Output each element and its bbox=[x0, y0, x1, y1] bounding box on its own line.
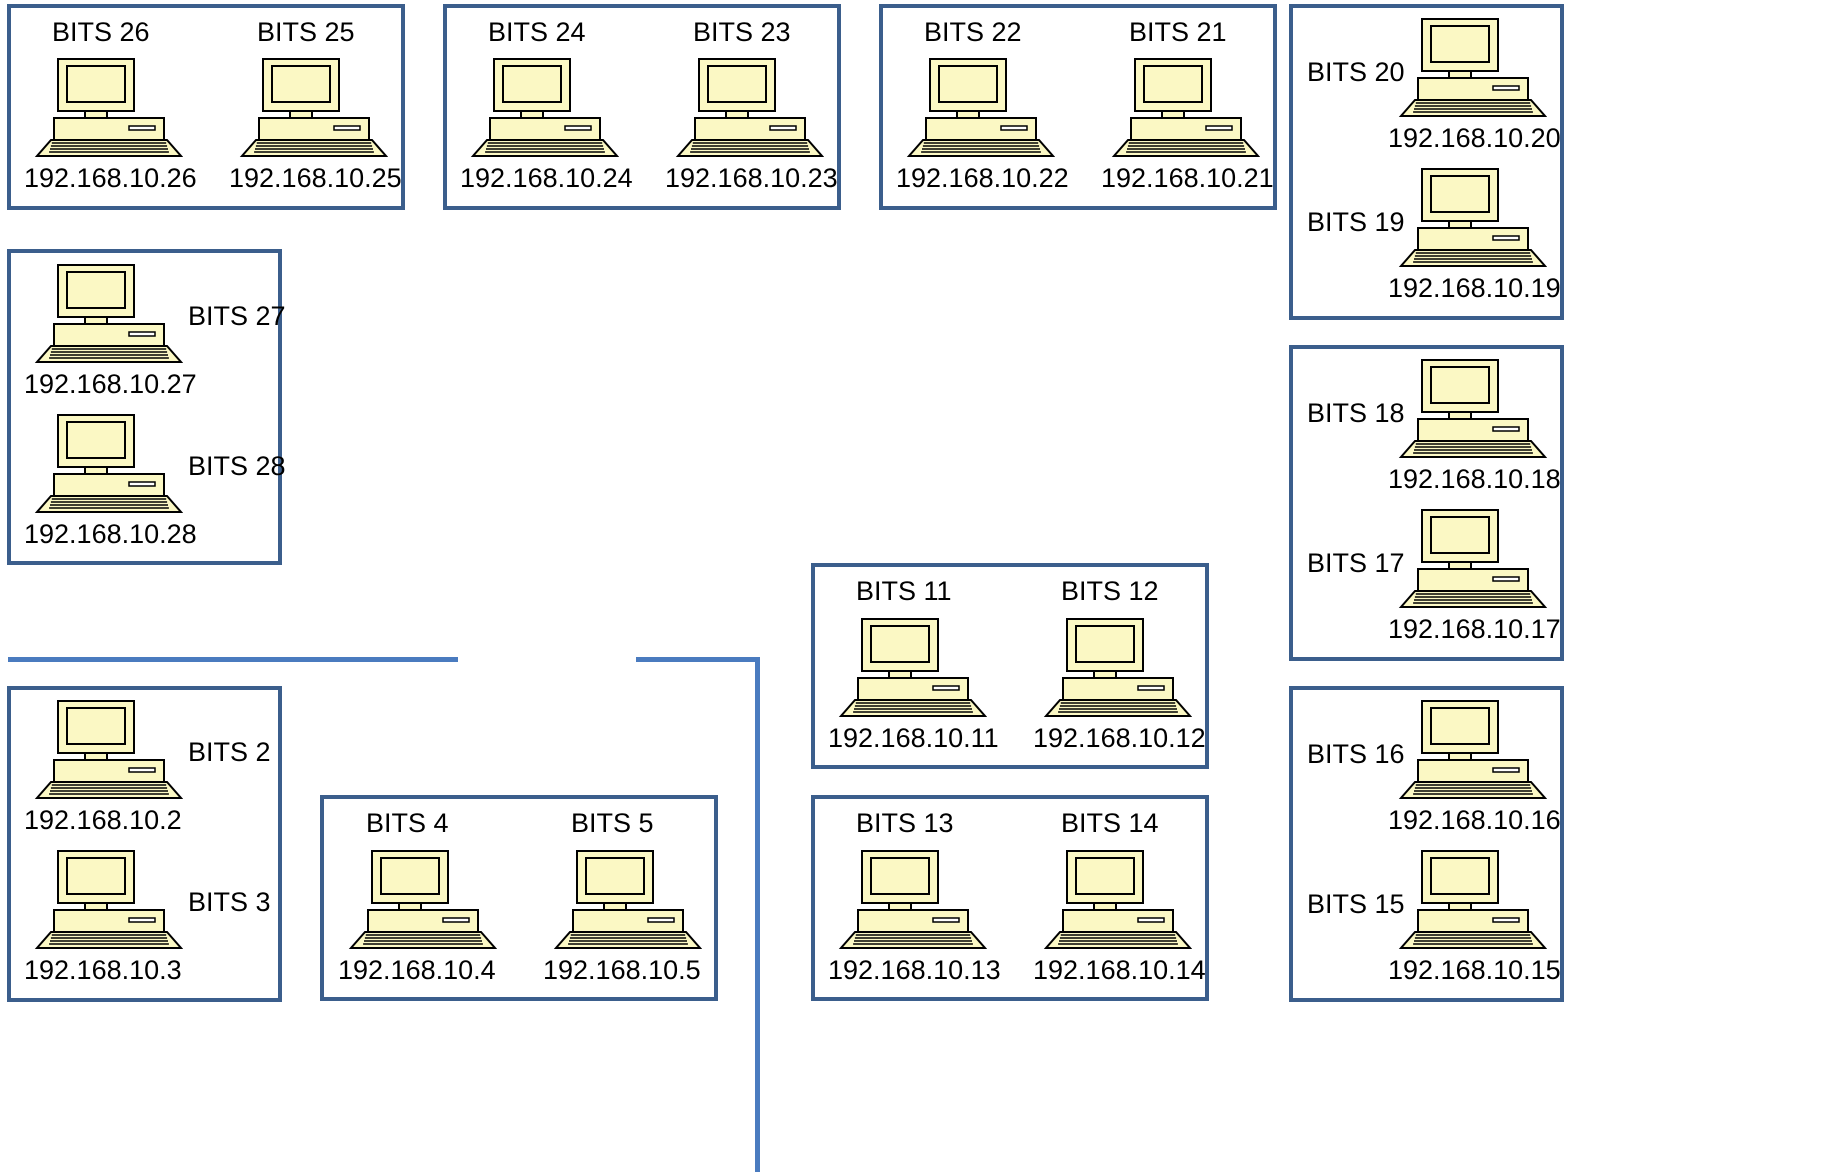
host-ip-label: 192.168.10.2 bbox=[24, 805, 182, 835]
desktop-computer-icon bbox=[1398, 359, 1548, 458]
room-wall-line bbox=[8, 657, 458, 662]
host-name-label: BITS 27 bbox=[188, 301, 286, 331]
workstation[interactable] bbox=[33, 262, 184, 378]
desktop-computer-icon bbox=[675, 58, 825, 157]
workstation[interactable] bbox=[238, 56, 389, 172]
desktop-computer-icon bbox=[553, 850, 703, 949]
host-ip-label: 192.168.10.21 bbox=[1101, 163, 1274, 193]
host-ip-label: 192.168.10.17 bbox=[1388, 614, 1561, 644]
host-ip-label: 192.168.10.24 bbox=[460, 163, 633, 193]
lab-network-diagram: BITS 26 192.168.10.26 BITS 25 192.168.10.25… bbox=[0, 0, 1839, 1172]
desktop-computer-icon bbox=[348, 850, 498, 949]
desktop-computer-icon bbox=[239, 58, 389, 157]
workstation[interactable] bbox=[674, 56, 825, 172]
host-name-label: BITS 28 bbox=[188, 451, 286, 481]
desktop-computer-icon bbox=[1043, 618, 1193, 717]
workstation[interactable] bbox=[347, 848, 498, 964]
workstation[interactable] bbox=[1042, 616, 1193, 732]
host-ip-label: 192.168.10.5 bbox=[543, 955, 701, 985]
desktop-computer-icon bbox=[34, 700, 184, 799]
workstation[interactable] bbox=[1110, 56, 1261, 172]
workstation[interactable] bbox=[33, 848, 184, 964]
host-ip-label: 192.168.10.4 bbox=[338, 955, 496, 985]
workstation[interactable] bbox=[1397, 848, 1548, 964]
host-ip-label: 192.168.10.13 bbox=[828, 955, 1001, 985]
host-ip-label: 192.168.10.3 bbox=[24, 955, 182, 985]
host-ip-label: 192.168.10.23 bbox=[665, 163, 838, 193]
desktop-computer-icon bbox=[1398, 850, 1548, 949]
host-name-label: BITS 14 bbox=[1061, 808, 1159, 838]
host-ip-label: 192.168.10.14 bbox=[1033, 955, 1206, 985]
desktop-computer-icon bbox=[34, 414, 184, 513]
host-name-label: BITS 16 bbox=[1307, 739, 1405, 769]
desktop-computer-icon bbox=[906, 58, 1056, 157]
workstation[interactable] bbox=[1397, 698, 1548, 814]
host-name-label: BITS 23 bbox=[693, 17, 791, 47]
desktop-computer-icon bbox=[470, 58, 620, 157]
desktop-computer-icon bbox=[838, 618, 988, 717]
host-ip-label: 192.168.10.22 bbox=[896, 163, 1069, 193]
host-name-label: BITS 26 bbox=[52, 17, 150, 47]
workstation[interactable] bbox=[469, 56, 620, 172]
desktop-computer-icon bbox=[1398, 509, 1548, 608]
host-name-label: BITS 22 bbox=[924, 17, 1022, 47]
host-ip-label: 192.168.10.25 bbox=[229, 163, 402, 193]
host-name-label: BITS 5 bbox=[571, 808, 654, 838]
workstation[interactable] bbox=[33, 412, 184, 528]
host-ip-label: 192.168.10.20 bbox=[1388, 123, 1561, 153]
host-name-label: BITS 15 bbox=[1307, 889, 1405, 919]
host-name-label: BITS 25 bbox=[257, 17, 355, 47]
workstation[interactable] bbox=[1397, 357, 1548, 473]
host-name-label: BITS 4 bbox=[366, 808, 449, 838]
host-name-label: BITS 3 bbox=[188, 887, 271, 917]
desktop-computer-icon bbox=[34, 58, 184, 157]
host-name-label: BITS 19 bbox=[1307, 207, 1405, 237]
desktop-computer-icon bbox=[34, 264, 184, 363]
host-ip-label: 192.168.10.18 bbox=[1388, 464, 1561, 494]
host-name-label: BITS 13 bbox=[856, 808, 954, 838]
host-name-label: BITS 2 bbox=[188, 737, 271, 767]
host-name-label: BITS 18 bbox=[1307, 398, 1405, 428]
room-wall-line bbox=[755, 657, 760, 1172]
workstation[interactable] bbox=[552, 848, 703, 964]
host-ip-label: 192.168.10.19 bbox=[1388, 273, 1561, 303]
room-wall-line bbox=[636, 657, 759, 662]
host-ip-label: 192.168.10.15 bbox=[1388, 955, 1561, 985]
desktop-computer-icon bbox=[34, 850, 184, 949]
host-name-label: BITS 21 bbox=[1129, 17, 1227, 47]
workstation[interactable] bbox=[1397, 507, 1548, 623]
desktop-computer-icon bbox=[1111, 58, 1261, 157]
desktop-computer-icon bbox=[1398, 700, 1548, 799]
workstation[interactable] bbox=[1042, 848, 1193, 964]
host-name-label: BITS 12 bbox=[1061, 576, 1159, 606]
host-name-label: BITS 11 bbox=[856, 576, 952, 606]
workstation[interactable] bbox=[837, 848, 988, 964]
workstation[interactable] bbox=[33, 56, 184, 172]
host-ip-label: 192.168.10.11 bbox=[828, 723, 999, 753]
host-name-label: BITS 24 bbox=[488, 17, 586, 47]
desktop-computer-icon bbox=[1398, 168, 1548, 267]
desktop-computer-icon bbox=[1043, 850, 1193, 949]
host-ip-label: 192.168.10.27 bbox=[24, 369, 197, 399]
workstation[interactable] bbox=[905, 56, 1056, 172]
desktop-computer-icon bbox=[838, 850, 988, 949]
workstation[interactable] bbox=[1397, 16, 1548, 132]
host-ip-label: 192.168.10.26 bbox=[24, 163, 197, 193]
host-name-label: BITS 17 bbox=[1307, 548, 1405, 578]
host-name-label: BITS 20 bbox=[1307, 57, 1405, 87]
host-ip-label: 192.168.10.12 bbox=[1033, 723, 1206, 753]
host-ip-label: 192.168.10.16 bbox=[1388, 805, 1561, 835]
workstation[interactable] bbox=[1397, 166, 1548, 282]
workstation[interactable] bbox=[33, 698, 184, 814]
desktop-computer-icon bbox=[1398, 18, 1548, 117]
workstation[interactable] bbox=[837, 616, 988, 732]
host-ip-label: 192.168.10.28 bbox=[24, 519, 197, 549]
